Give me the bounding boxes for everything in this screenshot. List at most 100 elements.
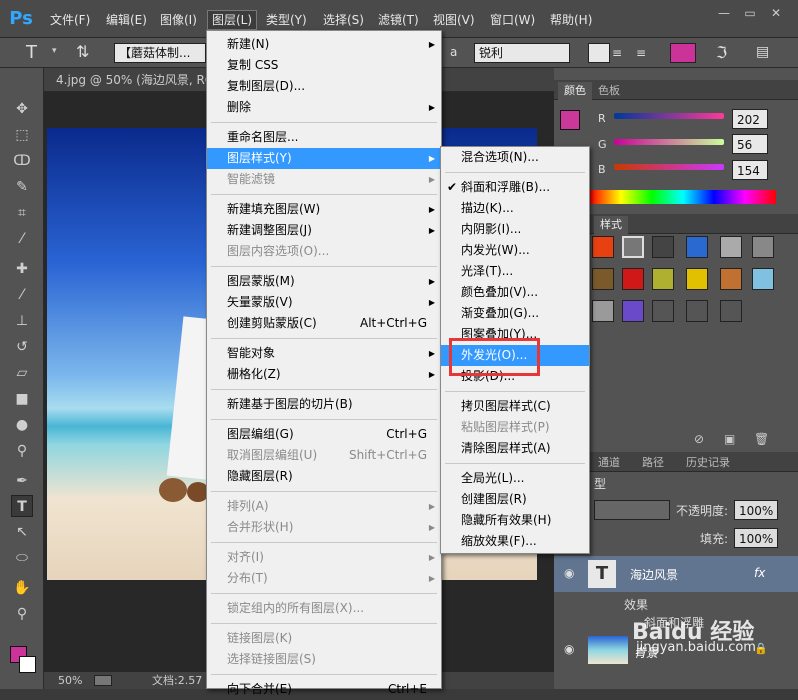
style-swatch[interactable] xyxy=(686,236,708,258)
effects-row[interactable]: 效果 xyxy=(606,596,648,613)
layer-menu-item[interactable]: 图层样式(Y) ▶ xyxy=(207,148,441,169)
menu-filter[interactable]: 滤镜(T) xyxy=(374,10,423,30)
menu-layer[interactable]: 图层(L) xyxy=(207,10,258,30)
eyedropper-tool-icon[interactable]: ⁄ xyxy=(11,228,33,250)
align-center-icon[interactable]: ≡ xyxy=(612,46,622,60)
style-menu-item[interactable]: 拷贝图层样式(C) xyxy=(441,396,589,417)
style-swatch[interactable] xyxy=(652,268,674,290)
eraser-tool-icon[interactable]: ▱ xyxy=(11,362,33,384)
style-swatch[interactable] xyxy=(622,268,644,290)
history-brush-icon[interactable]: ↺ xyxy=(11,336,33,358)
type-tool-icon[interactable]: T xyxy=(26,42,37,63)
new-style-icon[interactable]: ▣ xyxy=(724,432,735,446)
fx-badge[interactable]: fx xyxy=(754,566,765,580)
type-tool-icon[interactable]: T xyxy=(11,495,33,517)
tab-swatches[interactable]: 色板 xyxy=(592,82,626,100)
crop-tool-icon[interactable]: ⌗ xyxy=(11,202,33,224)
shape-tool-icon[interactable]: ⬭ xyxy=(11,547,33,569)
menu-view[interactable]: 视图(V) xyxy=(429,10,479,30)
style-menu-item[interactable]: 内阴影(I)... xyxy=(441,219,589,240)
layer-menu-item[interactable]: 复制图层(D)... xyxy=(207,76,441,97)
style-menu-item[interactable]: 创建图层(R) xyxy=(441,489,589,510)
layer-menu-item[interactable]: 删除 ▶ xyxy=(207,97,441,118)
align-right-icon[interactable]: ≡ xyxy=(636,46,646,60)
style-swatch[interactable] xyxy=(720,300,742,322)
g-value-input[interactable]: 56 xyxy=(732,134,768,154)
layer-menu-item[interactable]: 图层蒙版(M) ▶ xyxy=(207,271,441,292)
style-menu-item[interactable]: 清除图层样式(A) xyxy=(441,438,589,459)
restore-button[interactable]: ▭ xyxy=(738,4,762,22)
stamp-tool-icon[interactable]: ⊥ xyxy=(11,310,33,332)
layer-filter-kind[interactable]: 型 xyxy=(594,474,634,494)
style-menu-item[interactable]: 描边(K)... xyxy=(441,198,589,219)
blur-tool-icon[interactable]: ● xyxy=(11,414,33,436)
style-swatch[interactable] xyxy=(752,236,774,258)
b-slider[interactable] xyxy=(614,164,724,170)
fill-input[interactable]: 100% xyxy=(734,528,778,548)
style-swatch[interactable] xyxy=(686,300,708,322)
style-swatch[interactable] xyxy=(720,268,742,290)
marquee-tool-icon[interactable]: ⬚ xyxy=(11,124,33,146)
style-menu-item[interactable]: 内发光(W)... xyxy=(441,240,589,261)
r-value-input[interactable]: 202 xyxy=(732,109,768,129)
style-swatch[interactable] xyxy=(652,300,674,322)
r-slider[interactable] xyxy=(614,113,724,119)
layer-menu-item[interactable]: 栅格化(Z) ▶ xyxy=(207,364,441,385)
style-swatch[interactable] xyxy=(622,300,644,322)
style-swatch[interactable] xyxy=(592,236,614,258)
style-menu-item[interactable]: 混合选项(N)... xyxy=(441,147,589,168)
color-spectrum-bar[interactable] xyxy=(590,190,776,204)
healing-tool-icon[interactable]: ✚ xyxy=(11,258,33,280)
text-color-swatch[interactable] xyxy=(670,43,696,63)
close-button[interactable]: ✕ xyxy=(764,4,788,22)
anti-alias-select[interactable]: 锐利 xyxy=(474,43,570,63)
style-swatch[interactable] xyxy=(622,236,644,258)
layer-menu-item[interactable]: 新建基于图层的切片(B) xyxy=(207,394,441,415)
trash-icon[interactable]: 🗑 xyxy=(754,432,769,446)
layer-menu-item[interactable]: 重命名图层... xyxy=(207,127,441,148)
layer-menu-item[interactable]: 矢量蒙版(V) ▶ xyxy=(207,292,441,313)
font-family-field[interactable]: 【蘑菇体制... xyxy=(114,43,206,63)
blend-mode-select[interactable] xyxy=(594,500,670,520)
style-swatch[interactable] xyxy=(686,268,708,290)
layer-menu-item[interactable]: 新建(N) ▶ xyxy=(207,34,441,55)
minimize-button[interactable]: — xyxy=(712,4,736,22)
brush-tool-icon[interactable]: ⁄ xyxy=(11,284,33,306)
move-tool-icon[interactable]: ✥ xyxy=(11,98,33,120)
layer-menu-item[interactable]: 创建剪贴蒙版(C) Alt+Ctrl+G xyxy=(207,313,441,334)
tab-paths[interactable]: 路径 xyxy=(636,454,670,472)
zoom-tool-icon[interactable]: ⚲ xyxy=(11,603,33,625)
clear-style-icon[interactable]: ⊘ xyxy=(694,432,704,446)
quick-select-tool-icon[interactable]: ✎ xyxy=(11,176,33,198)
layer-name[interactable]: 海边风景 xyxy=(630,566,678,583)
dodge-tool-icon[interactable]: ⚲ xyxy=(11,440,33,462)
tab-history[interactable]: 历史记录 xyxy=(680,454,736,472)
warp-text-icon[interactable]: ℑ xyxy=(716,43,727,62)
style-menu-item[interactable]: 颜色叠加(V)... xyxy=(441,282,589,303)
menu-edit[interactable]: 编辑(E) xyxy=(102,10,151,30)
layer-menu-item[interactable]: 智能对象 ▶ xyxy=(207,343,441,364)
layer-menu-item[interactable]: 新建调整图层(J) ▶ xyxy=(207,220,441,241)
layer-menu-item[interactable]: 隐藏图层(R) xyxy=(207,466,441,487)
style-menu-item[interactable]: 光泽(T)... xyxy=(441,261,589,282)
style-menu-item[interactable]: ✔ 斜面和浮雕(B)... xyxy=(441,177,589,198)
style-menu-item[interactable]: 全局光(L)... xyxy=(441,468,589,489)
align-left-button[interactable] xyxy=(588,43,610,63)
menu-window[interactable]: 窗口(W) xyxy=(486,10,539,30)
zoom-level[interactable]: 50% xyxy=(58,672,82,689)
style-menu-item[interactable]: 隐藏所有效果(H) xyxy=(441,510,589,531)
background-color-swatch[interactable] xyxy=(19,656,36,673)
lasso-tool-icon[interactable]: ↀ xyxy=(11,150,33,172)
layer-menu-item[interactable]: 向下合并(E) Ctrl+E xyxy=(207,679,441,700)
menu-image[interactable]: 图像(I) xyxy=(156,10,201,30)
pen-tool-icon[interactable]: ✒ xyxy=(11,470,33,492)
chevron-down-icon[interactable]: ▾ xyxy=(52,46,57,56)
character-panel-icon[interactable]: ▤ xyxy=(756,44,769,60)
style-menu-item[interactable]: 渐变叠加(G)... xyxy=(441,303,589,324)
opacity-input[interactable]: 100% xyxy=(734,500,778,520)
g-slider[interactable] xyxy=(614,139,724,145)
menu-select[interactable]: 选择(S) xyxy=(319,10,368,30)
tab-channels[interactable]: 通道 xyxy=(592,454,626,472)
visibility-eye-icon[interactable]: ◉ xyxy=(564,566,574,580)
style-swatch[interactable] xyxy=(652,236,674,258)
